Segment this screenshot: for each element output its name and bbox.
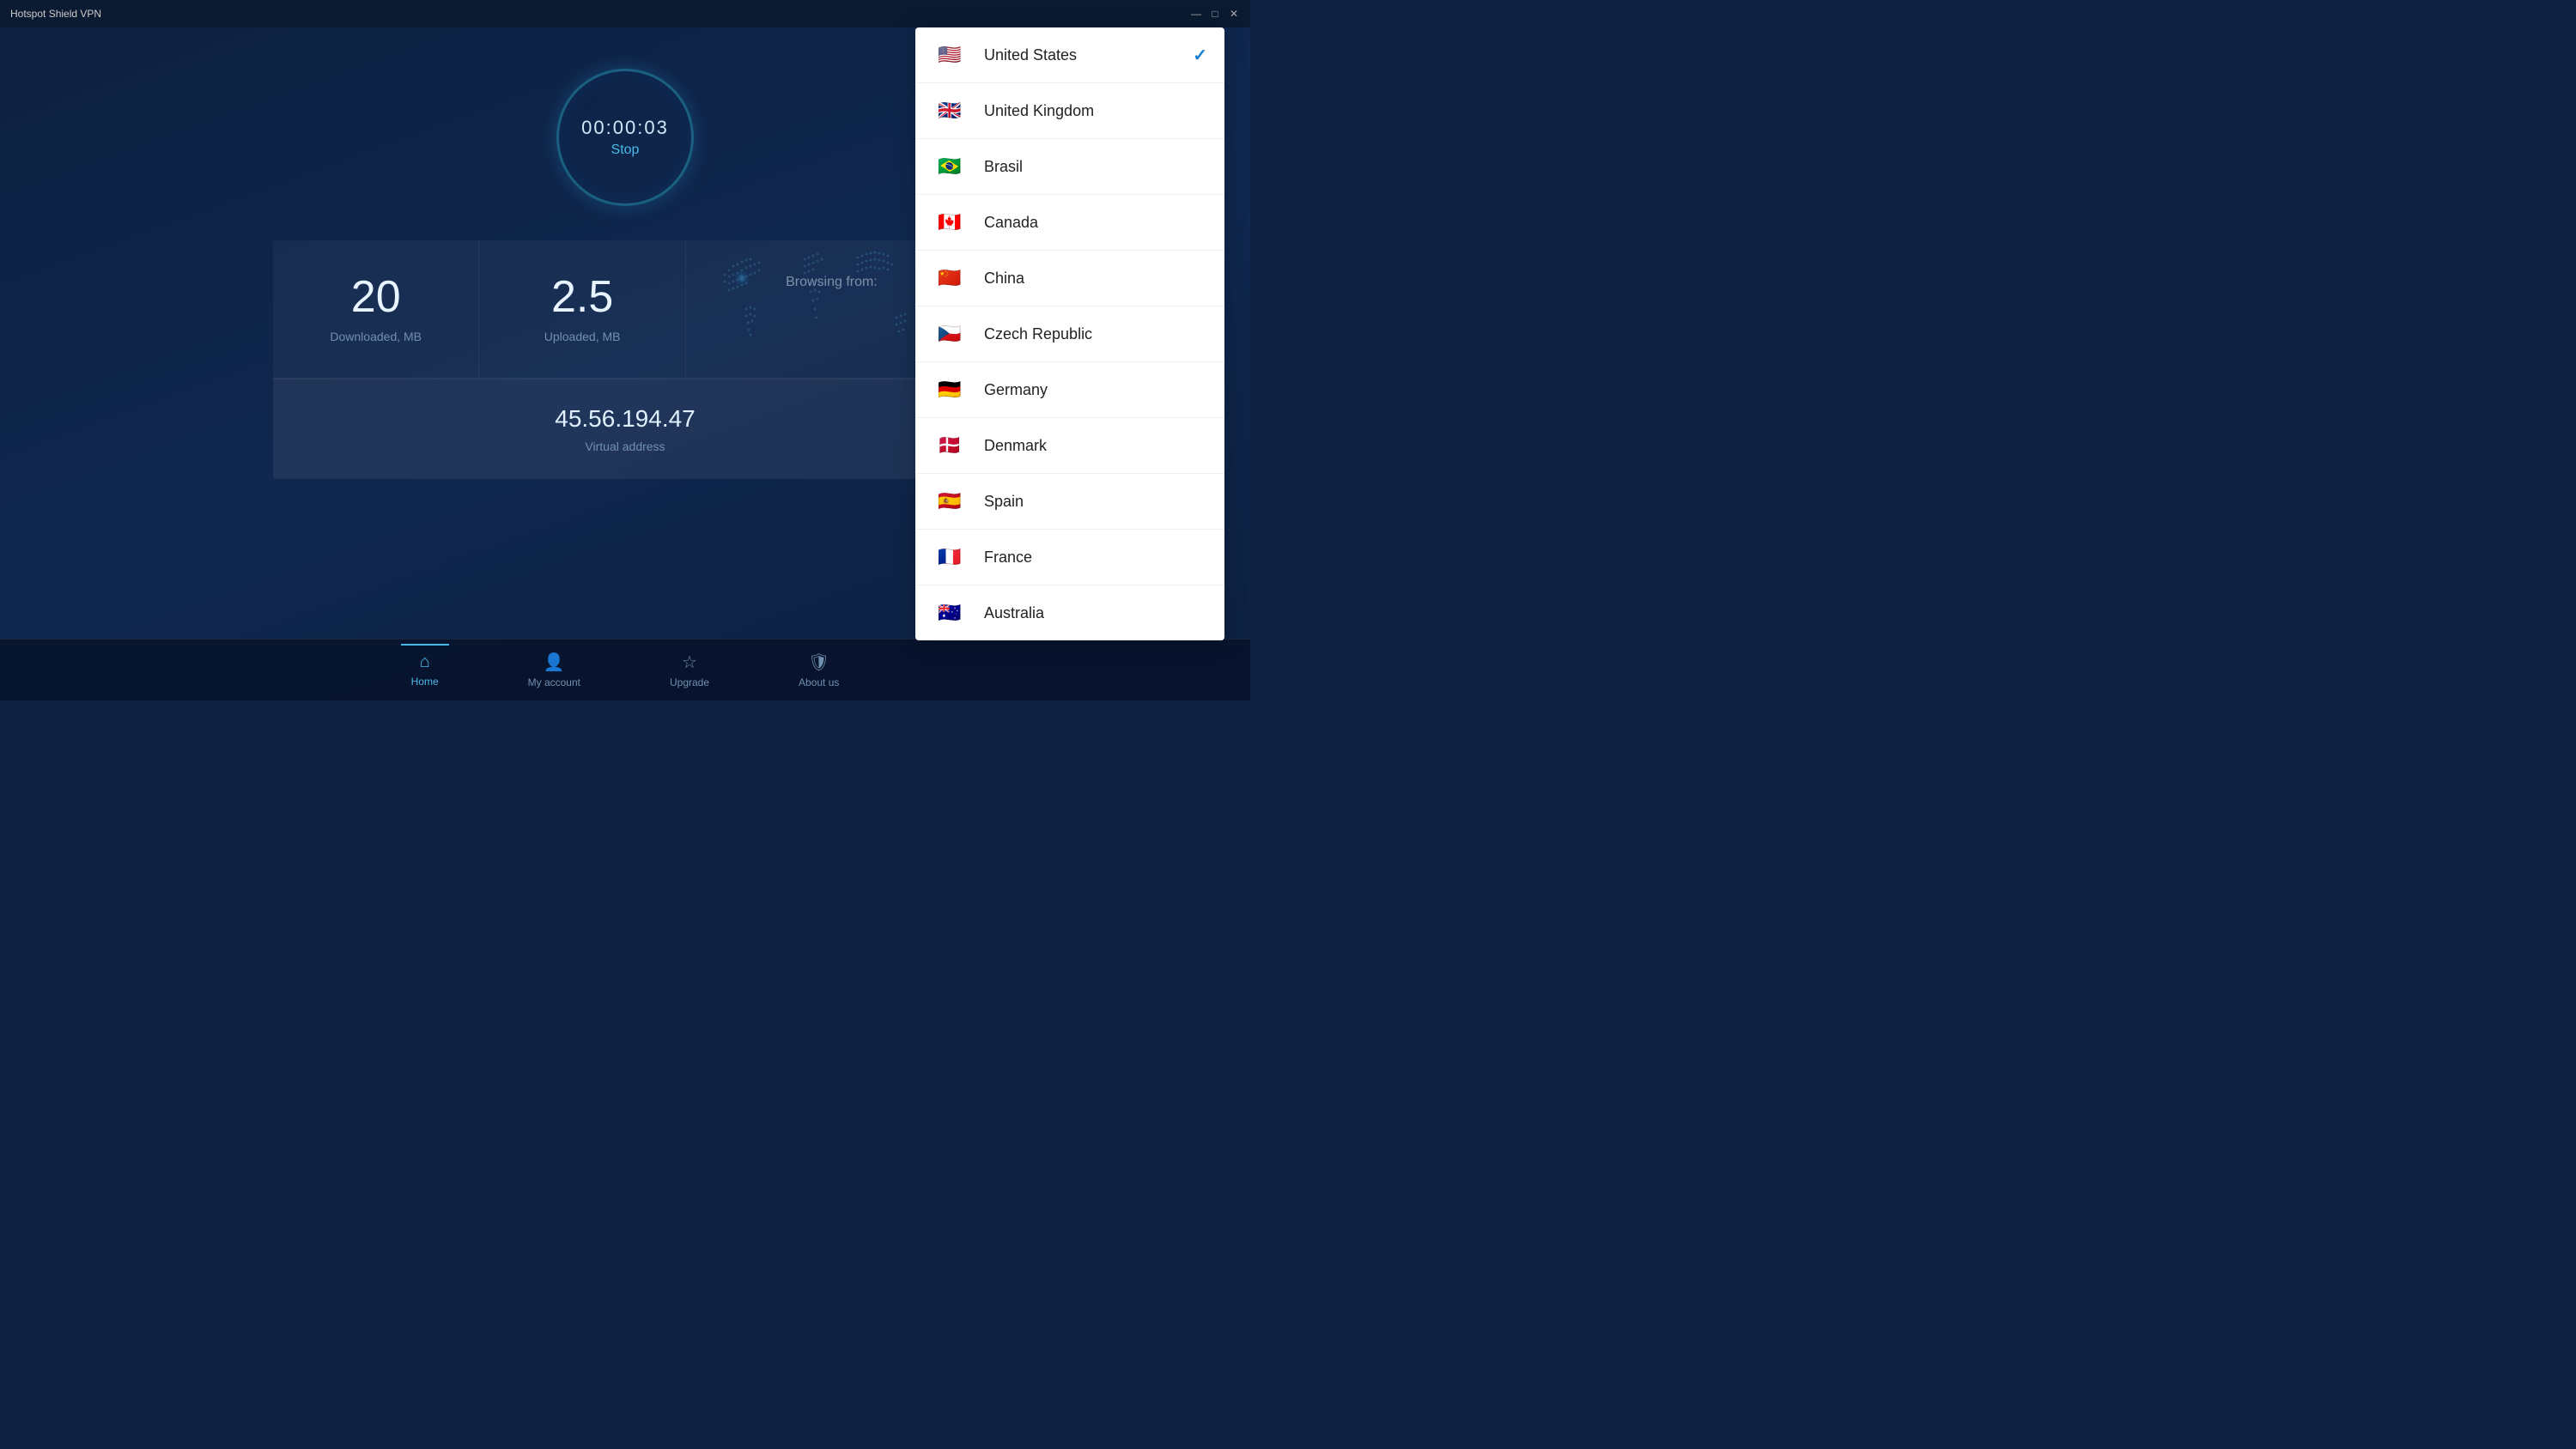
close-button[interactable]: ✕ [1228, 8, 1240, 20]
about-label: About us [799, 676, 839, 688]
bottom-nav: ⌂ Home 👤 My account ☆ Upgrade 🛡 About us [0, 639, 1250, 700]
flag-ca: 🇨🇦 [933, 210, 967, 234]
country-name-us: United States [984, 46, 1077, 64]
upgrade-icon: ☆ [682, 652, 697, 673]
country-item-cz[interactable]: 🇨🇿 Czech Republic [915, 306, 1224, 362]
country-item-dk[interactable]: 🇩🇰 Denmark [915, 418, 1224, 474]
country-item-fr[interactable]: 🇫🇷 France [915, 530, 1224, 585]
country-name-br: Brasil [984, 158, 1023, 176]
minimize-button[interactable]: — [1190, 8, 1202, 20]
upload-value: 2.5 [496, 275, 667, 319]
flag-br: 🇧🇷 [933, 155, 967, 179]
upgrade-label: Upgrade [670, 676, 709, 688]
country-item-de[interactable]: 🇩🇪 Germany [915, 362, 1224, 418]
nav-account[interactable]: 👤 My account [518, 645, 591, 695]
maximize-button[interactable]: □ [1209, 8, 1221, 20]
country-item-cn[interactable]: 🇨🇳 China [915, 251, 1224, 306]
timer-inner: 00:00:03 Stop [581, 117, 669, 158]
nav-about[interactable]: 🛡 About us [788, 645, 849, 695]
country-name-au: Australia [984, 604, 1044, 622]
virtual-address-label: Virtual address [290, 440, 960, 453]
app-title: Hotspot Shield VPN [10, 8, 101, 20]
timer-container: 00:00:03 Stop [556, 69, 694, 206]
country-item-ca[interactable]: 🇨🇦 Canada [915, 195, 1224, 251]
country-item-br[interactable]: 🇧🇷 Brasil [915, 139, 1224, 195]
flag-de: 🇩🇪 [933, 378, 967, 402]
nav-home[interactable]: ⌂ Home [401, 644, 449, 694]
flag-gb: 🇬🇧 [933, 99, 967, 123]
home-label: Home [411, 676, 439, 688]
stats-row: 20 Downloaded, MB 2.5 Uploaded, MB Brows… [273, 240, 977, 379]
country-name-ca: Canada [984, 214, 1038, 232]
country-name-de: Germany [984, 381, 1048, 399]
country-name-es: Spain [984, 493, 1024, 511]
flag-cn: 🇨🇳 [933, 266, 967, 290]
stats-section: 20 Downloaded, MB 2.5 Uploaded, MB Brows… [273, 240, 977, 479]
flag-dk: 🇩🇰 [933, 433, 967, 458]
flag-fr: 🇫🇷 [933, 545, 967, 569]
country-item-us[interactable]: 🇺🇸 United States ✓ [915, 27, 1224, 83]
account-icon: 👤 [544, 652, 565, 673]
ip-address: 45.56.194.47 [290, 405, 960, 433]
download-stat: 20 Downloaded, MB [273, 240, 479, 378]
timer-value: 00:00:03 [581, 117, 669, 139]
flag-es: 🇪🇸 [933, 489, 967, 513]
country-dropdown[interactable]: 🇺🇸 United States ✓ 🇬🇧 United Kingdom 🇧🇷 Brasil… [915, 27, 1224, 640]
country-name-fr: France [984, 549, 1032, 567]
download-value: 20 [290, 275, 461, 319]
country-name-cn: China [984, 270, 1024, 288]
flag-cz: 🇨🇿 [933, 322, 967, 346]
country-name-cz: Czech Republic [984, 325, 1092, 343]
country-name-gb: United Kingdom [984, 102, 1094, 120]
download-label: Downloaded, MB [290, 330, 461, 343]
upload-stat: 2.5 Uploaded, MB [479, 240, 685, 378]
country-item-gb[interactable]: 🇬🇧 United Kingdom [915, 83, 1224, 139]
selected-checkmark: ✓ [1193, 45, 1207, 66]
flag-us: 🇺🇸 [933, 43, 967, 67]
country-item-au[interactable]: 🇦🇺 Australia [915, 585, 1224, 640]
upload-label: Uploaded, MB [496, 330, 667, 343]
stop-button[interactable]: Stop [611, 142, 640, 158]
world-map-svg [677, 223, 952, 378]
about-icon: 🛡 [808, 652, 829, 673]
window-controls: — □ ✕ [1190, 8, 1240, 20]
title-bar: Hotspot Shield VPN — □ ✕ [0, 0, 1250, 27]
address-row: 45.56.194.47 Virtual address [273, 379, 977, 479]
nav-upgrade[interactable]: ☆ Upgrade [659, 645, 720, 695]
account-label: My account [528, 676, 580, 688]
country-name-dk: Denmark [984, 437, 1047, 455]
home-icon: ⌂ [420, 652, 430, 672]
flag-au: 🇦🇺 [933, 601, 967, 625]
country-item-es[interactable]: 🇪🇸 Spain [915, 474, 1224, 530]
